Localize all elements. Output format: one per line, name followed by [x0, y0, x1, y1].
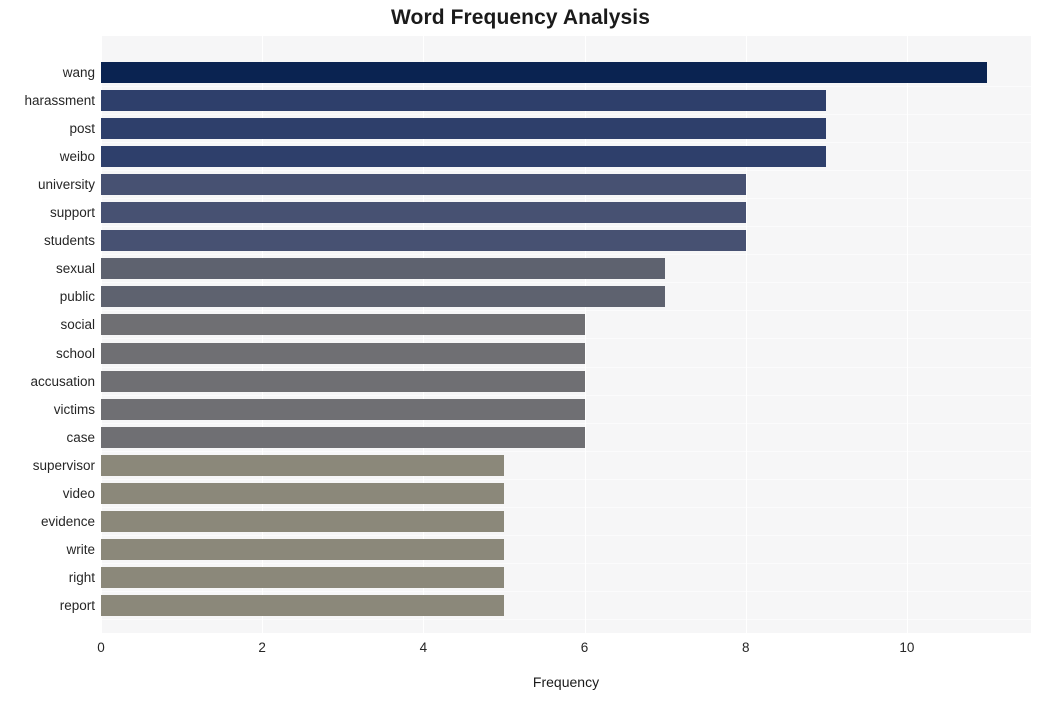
bar — [101, 342, 585, 364]
x-axis-tick-label: 10 — [899, 640, 915, 655]
horizontal-gridline — [101, 282, 1031, 284]
horizontal-gridline — [101, 562, 1031, 564]
horizontal-gridline — [101, 590, 1031, 592]
bar — [101, 566, 504, 588]
bar — [101, 482, 504, 504]
horizontal-gridline — [101, 226, 1031, 228]
bar — [101, 454, 504, 476]
x-axis-tick-label: 2 — [258, 640, 266, 655]
vertical-gridline — [906, 36, 908, 633]
bar — [101, 594, 504, 616]
y-axis-tick-label: report — [59, 597, 95, 613]
y-axis-tick-label: harassment — [24, 93, 95, 109]
bar — [101, 118, 827, 140]
horizontal-gridline — [101, 394, 1031, 396]
y-axis-tick-label: sexual — [55, 261, 95, 277]
y-axis-tick-label: write — [66, 541, 95, 557]
chart-title: Word Frequency Analysis — [390, 6, 651, 29]
word-frequency-chart: Word Frequency Analysis wang harassment po… — [0, 0, 1041, 701]
y-axis-tick-label: video — [62, 485, 95, 501]
horizontal-gridline — [101, 534, 1031, 536]
x-axis-tick-label: 6 — [580, 640, 589, 655]
y-axis-tick-label: school — [55, 345, 95, 361]
horizontal-gridline — [101, 366, 1031, 368]
bar — [101, 398, 585, 420]
y-axis-tick-label: weibo — [59, 149, 95, 165]
horizontal-gridline — [101, 506, 1031, 508]
horizontal-gridline — [101, 310, 1031, 312]
y-axis-tick-label: case — [66, 429, 95, 445]
bar — [101, 174, 746, 196]
bar — [101, 538, 504, 560]
y-axis-tick-label: right — [68, 569, 95, 585]
horizontal-gridline — [101, 114, 1031, 116]
bar — [101, 62, 988, 83]
horizontal-gridline — [101, 422, 1031, 424]
x-axis-tick-label: 8 — [741, 640, 750, 655]
bar — [101, 314, 585, 336]
horizontal-gridline — [101, 338, 1031, 340]
x-axis-tick-label: 4 — [419, 640, 428, 655]
bar — [101, 258, 666, 280]
y-axis-tick-label: victims — [53, 401, 95, 417]
horizontal-gridline — [101, 142, 1031, 144]
bar — [101, 202, 746, 224]
y-axis-tick-label: accusation — [30, 373, 95, 389]
x-axis-tick-label: 0 — [97, 640, 105, 655]
bar — [101, 426, 585, 448]
y-axis-tick-label: evidence — [40, 513, 95, 529]
horizontal-gridline — [101, 198, 1031, 200]
y-axis-tick-label: supervisor — [32, 457, 95, 473]
horizontal-gridline — [101, 450, 1031, 452]
horizontal-gridline — [101, 170, 1031, 172]
y-axis-tick-label: wang — [62, 65, 95, 80]
horizontal-gridline — [101, 478, 1031, 480]
x-axis-title: Frequency — [532, 674, 600, 690]
bar — [101, 370, 585, 392]
plot-area — [101, 36, 1031, 633]
bar — [101, 286, 666, 308]
bar — [101, 146, 827, 168]
y-axis-tick-label: social — [60, 317, 95, 333]
y-axis-tick-label: support — [49, 205, 95, 221]
y-axis-tick-label: public — [59, 289, 95, 305]
horizontal-gridline — [101, 86, 1031, 87]
y-axis-labels: wang harassment post weibo university support… — [0, 36, 95, 633]
y-axis-tick-label: university — [37, 177, 95, 193]
horizontal-gridline — [101, 254, 1031, 256]
bar — [101, 510, 504, 532]
x-axis-tick-labels: 0 2 4 6 8 10 — [0, 640, 1041, 666]
bar — [101, 230, 746, 252]
y-axis-tick-label: students — [43, 233, 95, 249]
horizontal-gridline — [101, 618, 1031, 620]
bar — [101, 90, 827, 112]
y-axis-tick-label: post — [69, 121, 95, 137]
